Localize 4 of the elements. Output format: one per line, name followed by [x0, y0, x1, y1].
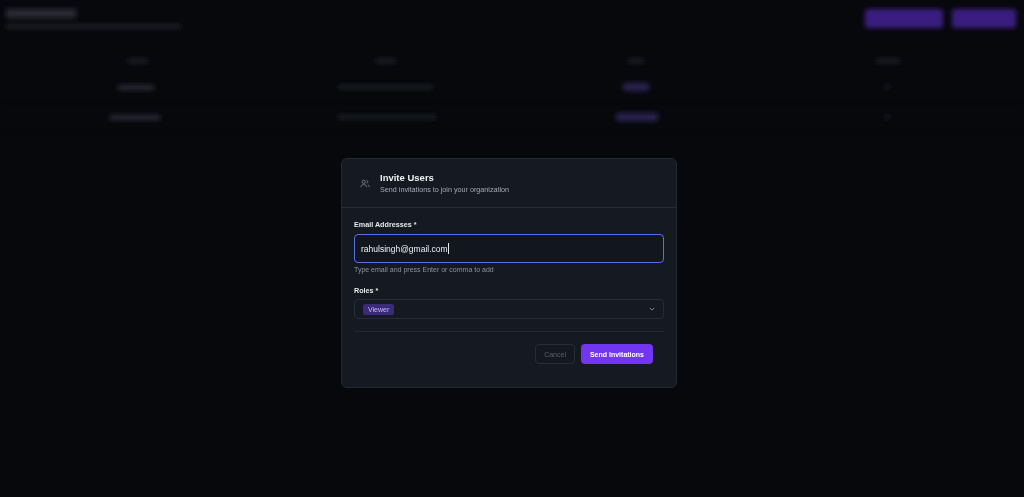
dialog-title: Invite Users: [380, 172, 435, 184]
users-icon: [360, 179, 370, 188]
email-input-field[interactable]: rahulsingh@gmail.com: [354, 234, 664, 263]
chevron-down-icon: [649, 307, 655, 311]
